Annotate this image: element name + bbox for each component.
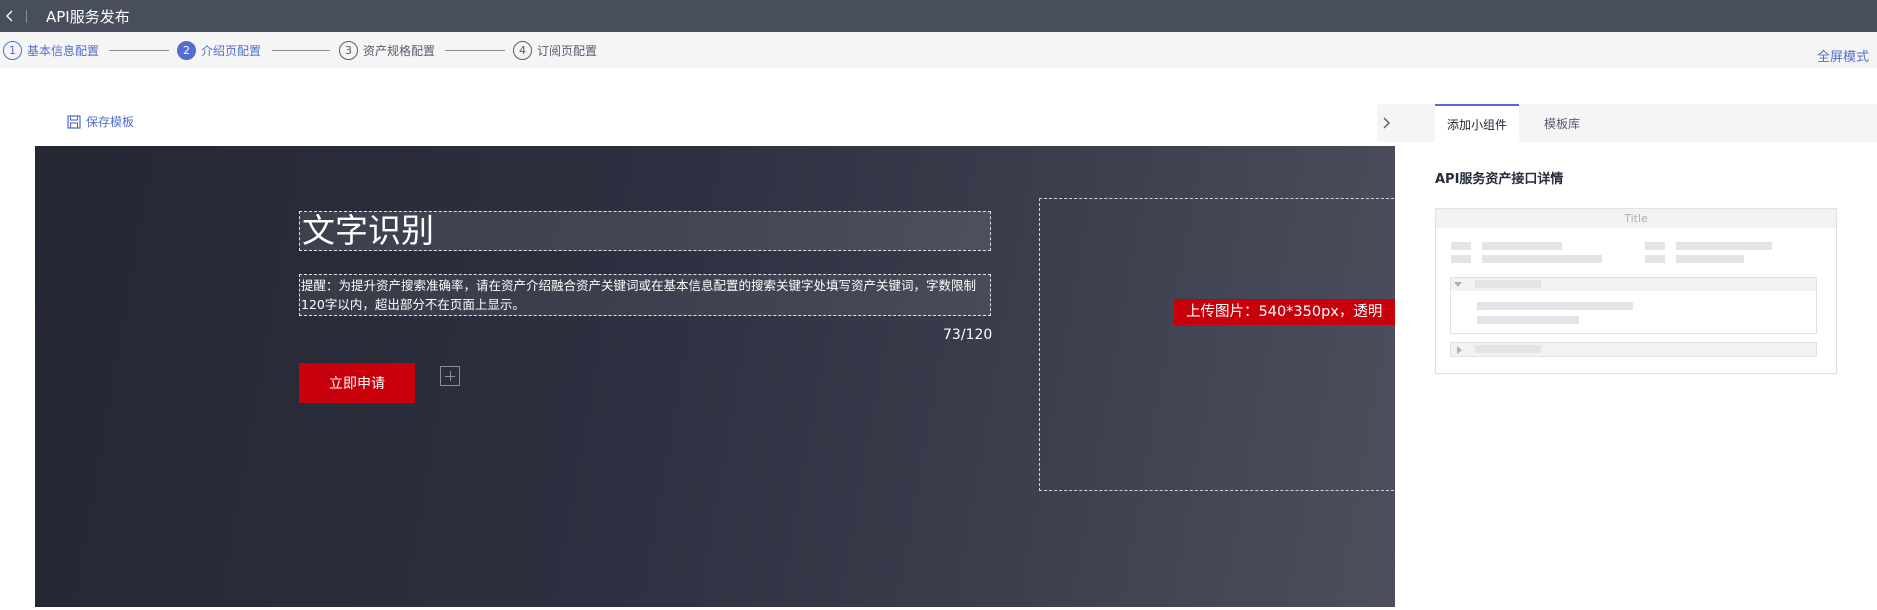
widget-panel: 添加小组件 模板库 API服务资产接口详情 Title (1377, 104, 1877, 610)
steps-bar: 1 基本信息配置 2 介绍页配置 3 资产规格配置 4 订阅页配置 全屏模式 (0, 32, 1877, 68)
fullscreen-link[interactable]: 全屏模式 (1817, 46, 1869, 65)
tab-template-library[interactable]: 模板库 (1519, 104, 1605, 142)
image-upload-area[interactable] (1039, 198, 1395, 491)
plus-icon[interactable] (440, 366, 460, 386)
step-number: 2 (177, 41, 196, 60)
step-intro-page[interactable]: 2 介绍页配置 (177, 41, 261, 60)
step-asset-spec[interactable]: 3 资产规格配置 (339, 41, 435, 60)
step-connector (109, 50, 169, 51)
save-icon (67, 114, 81, 129)
placeholder-bar (1475, 345, 1541, 353)
placeholder-bar (1676, 242, 1772, 250)
placeholder-bar (1477, 302, 1633, 310)
apply-now-button[interactable]: 立即申请 (299, 363, 415, 403)
placeholder-collapse-closed (1450, 342, 1817, 357)
step-label: 订阅页配置 (537, 44, 598, 58)
collapse-panel-button[interactable] (1377, 104, 1395, 142)
placeholder-bar (1645, 255, 1665, 263)
upload-image-hint[interactable]: 上传图片：540*350px，透明 (1174, 299, 1395, 325)
step-number: 3 (339, 41, 358, 60)
placeholder-bar (1477, 316, 1579, 324)
placeholder-bar (1482, 255, 1602, 263)
header-divider (26, 10, 27, 23)
tab-add-widget[interactable]: 添加小组件 (1435, 104, 1519, 142)
step-basic-info[interactable]: 1 基本信息配置 (3, 41, 99, 60)
save-template-label: 保存模板 (86, 115, 135, 129)
placeholder-bar (1482, 242, 1562, 250)
banner-description-field[interactable]: 提醒：为提升资产搜索准确率，请在资产介绍融合资产关键词或在基本信息配置的搜索关键… (299, 274, 991, 316)
step-number: 4 (513, 41, 532, 60)
triangle-down-icon (1454, 282, 1462, 287)
save-template-button[interactable]: 保存模板 (67, 113, 134, 130)
chevron-right-icon (1383, 117, 1390, 129)
page-title: API服务发布 (46, 8, 130, 26)
widget-title: Title (1436, 209, 1836, 228)
placeholder-bar (1475, 280, 1541, 288)
placeholder-bar (1451, 242, 1471, 250)
banner-title-field[interactable]: 文字识别 (299, 211, 991, 251)
back-icon[interactable] (2, 7, 18, 25)
placeholder-bar (1676, 255, 1744, 263)
step-subscription-page[interactable]: 4 订阅页配置 (513, 41, 597, 60)
api-detail-widget-thumbnail[interactable]: Title (1435, 208, 1837, 374)
placeholder-bar (1451, 255, 1471, 263)
intro-banner-editor: 文字识别 提醒：为提升资产搜索准确率，请在资产介绍融合资产关键词或在基本信息配置… (35, 146, 1395, 607)
step-number: 1 (3, 41, 22, 60)
step-label: 介绍页配置 (201, 44, 262, 58)
panel-tabs: 添加小组件 模板库 (1395, 104, 1877, 142)
step-connector (445, 50, 505, 51)
char-counter: 73/120 (943, 327, 993, 343)
widget-section-heading: API服务资产接口详情 (1435, 172, 1564, 187)
placeholder-bar (1645, 242, 1665, 250)
placeholder-collapse-open (1450, 277, 1817, 334)
top-header: API服务发布 (0, 0, 1877, 32)
triangle-right-icon (1457, 346, 1462, 354)
step-label: 资产规格配置 (363, 44, 436, 58)
step-label: 基本信息配置 (27, 44, 100, 58)
step-connector (272, 50, 330, 51)
